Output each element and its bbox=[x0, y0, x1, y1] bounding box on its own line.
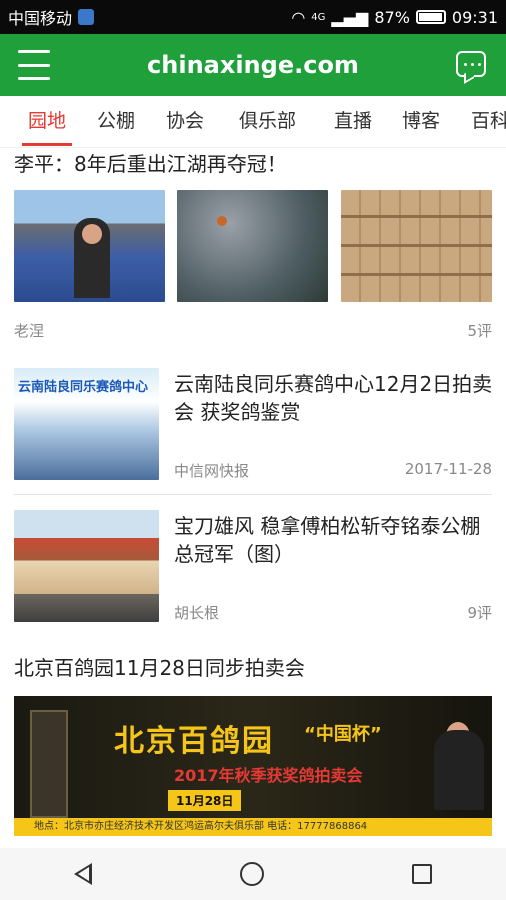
status-icons: ◠ 4G ▂▄▆ 87% 09:31 bbox=[291, 8, 498, 27]
article-photo[interactable] bbox=[341, 190, 492, 302]
tab-julebu[interactable]: 俱乐部 bbox=[239, 96, 296, 147]
tab-zhibo[interactable]: 直播 bbox=[334, 96, 372, 147]
clock: 09:31 bbox=[451, 7, 498, 27]
battery-icon bbox=[415, 10, 446, 24]
article-author: 老涅 bbox=[14, 322, 45, 340]
tab-baike[interactable]: 百科 bbox=[471, 96, 506, 147]
news-feed: 李平：8年后重出江湖再夺冠！ 老涅 5评 云南陆良同乐赛鸽中心 云南陆良同乐赛鸽… bbox=[0, 148, 506, 848]
article-title[interactable]: 北京百鸽园11月28日同步拍卖会 bbox=[14, 652, 305, 681]
article-author: 胡长根 bbox=[174, 604, 220, 622]
status-bar: 中国移动 ◠ 4G ▂▄▆ 87% 09:31 bbox=[0, 0, 506, 34]
article-photo[interactable] bbox=[14, 190, 165, 302]
app-notification-icon bbox=[78, 9, 95, 25]
article-photo[interactable] bbox=[177, 190, 328, 302]
recent-apps-icon[interactable] bbox=[412, 864, 432, 884]
tab-gongpeng[interactable]: 公棚 bbox=[97, 96, 135, 147]
wifi-icon: ◠ bbox=[291, 7, 306, 27]
article-title[interactable]: 宝刀雄风 稳拿傅柏松斩夺铭泰公棚总冠军（图） bbox=[174, 512, 494, 568]
divider bbox=[14, 494, 492, 495]
app-header: chinaxinge.com bbox=[0, 34, 506, 96]
signal-icon: ▂▄▆ bbox=[331, 7, 369, 27]
article-thumbnail[interactable] bbox=[14, 510, 159, 622]
site-title: chinaxinge.com bbox=[147, 51, 359, 79]
back-icon[interactable] bbox=[74, 863, 92, 885]
article-title[interactable]: 云南陆良同乐赛鸽中心12月2日拍卖会 获奖鸽鉴赏 bbox=[174, 370, 494, 426]
article-title[interactable]: 李平：8年后重出江湖再夺冠！ bbox=[14, 148, 287, 177]
carrier-label: 中国移动 bbox=[8, 9, 73, 28]
battery-percent: 87% bbox=[374, 7, 410, 27]
article-date: 2017-11-28 bbox=[404, 460, 492, 478]
ad-banner[interactable]: 北京百鸽园 “中国杯” 2017年秋季获奖鸽拍卖会 11月28日 地点：北京市亦… bbox=[14, 696, 492, 836]
comment-count[interactable]: 5评 bbox=[467, 320, 492, 341]
tab-boke[interactable]: 博客 bbox=[402, 96, 440, 147]
network-type: 4G bbox=[311, 11, 326, 23]
ad-subtitle: 2017年秋季获奖鸽拍卖会 bbox=[174, 766, 363, 785]
home-icon[interactable] bbox=[240, 862, 264, 886]
ad-headline: 北京百鸽园 bbox=[114, 724, 274, 759]
menu-icon[interactable] bbox=[18, 50, 50, 80]
ad-footer: 地点：北京市亦庄经济技术开发区鸿运高尔夫俱乐部 电话：17777868864 bbox=[14, 818, 492, 836]
article-source: 中信网快报 bbox=[174, 462, 250, 480]
system-nav-bar bbox=[0, 848, 506, 900]
tab-xiehui[interactable]: 协会 bbox=[166, 96, 204, 147]
thumbnail-caption: 云南陆良同乐赛鸽中心 bbox=[18, 380, 149, 395]
ad-date: 11月28日 bbox=[168, 790, 242, 811]
clock-tower-graphic bbox=[30, 710, 68, 818]
category-tabs: 园地 公棚 协会 俱乐部 直播 博客 百科 bbox=[0, 96, 506, 148]
tab-yuandi[interactable]: 园地 bbox=[21, 96, 73, 147]
ad-cup-label: “中国杯” bbox=[304, 724, 382, 745]
comment-count[interactable]: 9评 bbox=[467, 602, 492, 623]
message-icon[interactable] bbox=[456, 51, 486, 77]
article-thumbnail[interactable]: 云南陆良同乐赛鸽中心 bbox=[14, 368, 159, 480]
